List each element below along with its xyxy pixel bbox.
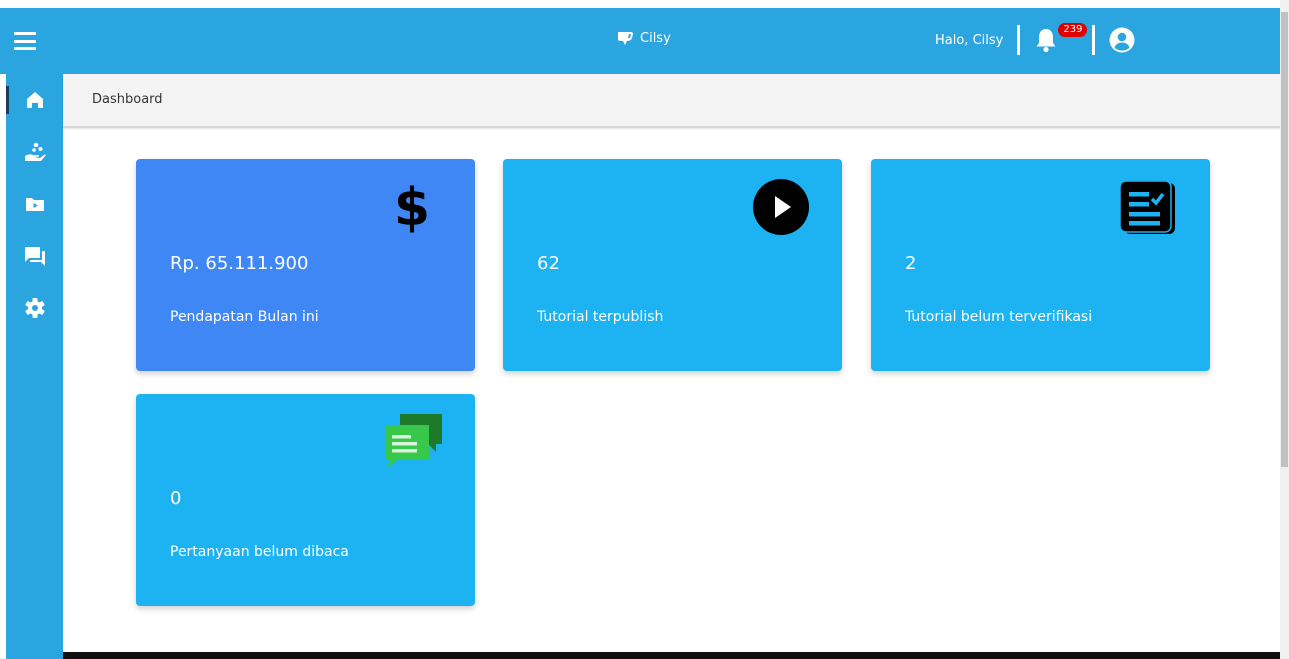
card-published-tutorials[interactable]: 62 Tutorial terpublish [503,159,842,371]
scroll-thumb[interactable] [1281,12,1288,467]
sidebar-item-tutorials[interactable] [6,182,63,226]
home-icon [26,92,43,108]
divider [1092,25,1096,55]
breadcrumb[interactable]: Dashboard [92,92,163,107]
card-label: Pendapatan Bulan ini [170,309,319,325]
card-label: Tutorial terpublish [537,309,664,325]
svg-text:$: $ [394,178,430,233]
card-value: 62 [537,253,560,274]
greeting-text: Halo, Cilsy [935,32,1004,48]
sidebar-item-settings[interactable] [6,286,63,330]
footer-strip [63,652,1280,659]
cilsy-logo-icon [618,32,633,45]
card-value: 0 [170,488,182,509]
sidebar-item-income[interactable] [6,130,63,174]
notification-button[interactable]: 239 [1034,23,1088,53]
sidebar [6,74,63,659]
card-unverified-tutorials[interactable]: 2 Tutorial belum terverifikasi [871,159,1210,371]
sidebar-item-forum[interactable] [6,234,63,278]
page-scrollbar[interactable] [1280,0,1289,659]
card-label: Tutorial belum terverifikasi [905,309,1093,325]
card-unread-questions[interactable]: 0 Pertanyaan belum dibaca [136,394,475,606]
user-area: Halo, Cilsy 239 [935,22,1135,58]
chat-icon [385,414,442,469]
brand[interactable]: Cilsy [617,30,671,46]
divider [1017,25,1021,55]
breadcrumb-bar: Dashboard [63,74,1280,128]
checklist-icon [1119,181,1175,234]
sidebar-item-home[interactable] [6,78,63,122]
folder-video-icon [25,198,44,211]
brand-name: Cilsy [640,30,671,46]
top-navbar: Cilsy Halo, Cilsy 239 [0,8,1280,74]
gear-icon [24,298,45,318]
menu-toggle-icon[interactable] [14,32,36,50]
card-income[interactable]: $ Rp. 65.111.900 Pendapatan Bulan ini [136,159,475,371]
bell-icon [1036,29,1056,53]
play-circle-icon [753,179,809,235]
card-value: Rp. 65.111.900 [170,253,309,274]
notification-badge: 239 [1058,23,1088,37]
dollar-icon: $ [394,178,430,233]
card-value: 2 [905,253,917,274]
hand-coins-icon [24,142,46,161]
forum-icon [24,247,45,266]
user-account-icon[interactable] [1109,27,1135,53]
card-label: Pertanyaan belum dibaca [170,544,349,560]
